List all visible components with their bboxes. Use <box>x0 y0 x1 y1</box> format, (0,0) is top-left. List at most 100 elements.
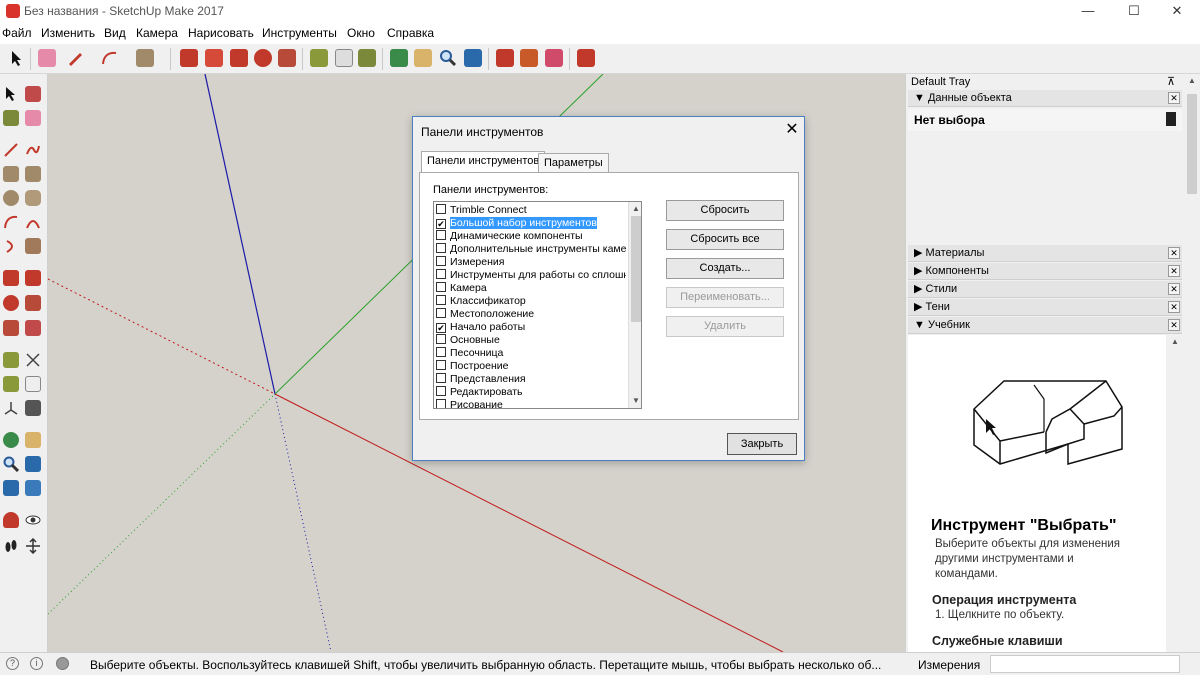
entity-info-section[interactable]: ▼ Данные объекта <box>908 90 1182 107</box>
move-icon[interactable] <box>3 270 19 286</box>
paint-bucket-icon[interactable] <box>358 49 376 67</box>
toolbar-list-item[interactable]: Местоположение <box>436 308 626 321</box>
checkbox-checked-icon[interactable]: ✔ <box>436 219 446 229</box>
rotated-rectangle-icon[interactable] <box>25 166 41 182</box>
scroll-up-icon[interactable]: ▲ <box>1188 76 1196 85</box>
two-point-arc-icon[interactable] <box>25 214 41 230</box>
section-close-icon[interactable]: ✕ <box>1168 283 1180 295</box>
toolbar-list-item[interactable]: Песочница <box>436 347 626 360</box>
checkbox-icon[interactable] <box>436 360 446 370</box>
section-close-icon[interactable]: ✕ <box>1168 92 1180 104</box>
close-window-button[interactable]: ✕ <box>1154 0 1200 22</box>
listbox-scrollbar[interactable]: ▲ ▼ <box>628 202 641 408</box>
axes-icon[interactable] <box>3 400 19 416</box>
rotate-icon[interactable] <box>3 295 19 311</box>
position-camera-icon[interactable] <box>3 512 19 528</box>
dialog-close-icon[interactable]: ✕ <box>781 120 803 140</box>
checkbox-icon[interactable] <box>436 269 446 279</box>
tab-options[interactable]: Параметры <box>538 153 609 173</box>
scroll-down-icon[interactable]: ▼ <box>632 396 640 405</box>
section-plane-icon[interactable] <box>25 537 41 555</box>
measurements-input[interactable] <box>990 655 1180 673</box>
checkbox-icon[interactable] <box>436 308 446 318</box>
menu-view[interactable]: Вид <box>104 26 126 40</box>
extension-warehouse-icon[interactable] <box>520 49 538 67</box>
create-button[interactable]: Создать... <box>666 258 784 279</box>
select-arrow-icon[interactable] <box>8 49 26 67</box>
follow-me-icon[interactable] <box>25 295 41 311</box>
rectangle-icon[interactable] <box>136 49 154 67</box>
entity-details-icon[interactable] <box>1166 112 1176 126</box>
freehand-icon[interactable] <box>25 142 41 158</box>
pin-icon[interactable]: ⊼ <box>1167 75 1175 88</box>
rectangle-icon[interactable] <box>3 166 19 182</box>
menu-file[interactable]: Файл <box>2 26 32 40</box>
previous-view-icon[interactable] <box>25 480 41 496</box>
line-icon[interactable] <box>3 142 19 158</box>
arc-icon[interactable] <box>3 214 19 230</box>
scrollbar-thumb[interactable] <box>1187 94 1197 194</box>
toolbars-listbox[interactable]: Trimble Connect ✔ Большой набор инструмент… <box>433 201 642 409</box>
checkbox-icon[interactable] <box>436 373 446 383</box>
toolbar-list-item[interactable]: Представления <box>436 373 626 386</box>
ruby-console-icon[interactable] <box>577 49 595 67</box>
toolbar-list-item[interactable]: Измерения <box>436 256 626 269</box>
checkbox-icon[interactable] <box>436 282 446 292</box>
section-close-icon[interactable]: ✕ <box>1168 319 1180 331</box>
section-close-icon[interactable]: ✕ <box>1168 247 1180 259</box>
minimize-button[interactable]: — <box>1065 0 1111 22</box>
zoom-icon[interactable] <box>3 456 20 473</box>
menu-camera[interactable]: Камера <box>136 26 178 40</box>
share-model-icon[interactable] <box>545 49 563 67</box>
walk-footprints-icon[interactable] <box>3 538 19 554</box>
dialog-close-button[interactable]: Закрыть <box>727 433 797 455</box>
toolbar-list-item[interactable]: Основные <box>436 334 626 347</box>
scrollbar-thumb[interactable] <box>631 216 641 322</box>
tray-scrollbar[interactable]: ▲ <box>1184 74 1200 652</box>
toolbar-list-item[interactable]: Инструменты для работы со сплошн <box>436 269 626 282</box>
select-arrow-icon[interactable] <box>3 86 19 102</box>
rotate-icon[interactable] <box>254 49 272 67</box>
toolbar-list-item[interactable]: ✔ Начало работы <box>436 321 626 334</box>
credits-icon[interactable]: i <box>30 657 43 670</box>
checkbox-icon[interactable] <box>436 386 446 396</box>
reset-all-button[interactable]: Сбросить все <box>666 229 784 250</box>
materials-section[interactable]: ▶ Материалы <box>908 245 1182 262</box>
styles-section[interactable]: ▶ Стили <box>908 281 1182 298</box>
menu-edit[interactable]: Изменить <box>41 26 95 40</box>
toolbar-list-item[interactable]: Редактировать <box>436 386 626 399</box>
zoom-window-icon[interactable] <box>25 456 41 472</box>
pencil-icon[interactable] <box>66 49 84 67</box>
checkbox-icon[interactable] <box>436 334 446 344</box>
menu-tools[interactable]: Инструменты <box>262 26 337 40</box>
shadows-section[interactable]: ▶ Тени <box>908 299 1182 316</box>
arc-icon[interactable] <box>100 49 118 67</box>
maximize-button[interactable]: ☐ <box>1111 0 1157 22</box>
tape-measure-icon[interactable] <box>3 352 19 368</box>
toolbar-list-item[interactable]: Дополнительные инструменты каме <box>436 243 626 256</box>
make-component-icon[interactable] <box>25 86 41 102</box>
checkbox-icon[interactable] <box>436 204 446 214</box>
user-account-icon[interactable] <box>56 657 69 670</box>
toolbar-list-item[interactable]: Классификатор <box>436 295 626 308</box>
scroll-up-icon[interactable]: ▲ <box>1171 337 1179 346</box>
zoom-icon[interactable] <box>439 49 457 67</box>
section-close-icon[interactable]: ✕ <box>1168 301 1180 313</box>
toolbar-list-item[interactable]: Рисование <box>436 399 626 408</box>
eraser-icon[interactable] <box>38 49 56 67</box>
offset-icon[interactable] <box>25 320 41 336</box>
reset-button[interactable]: Сбросить <box>666 200 784 221</box>
pan-icon[interactable] <box>414 49 432 67</box>
protractor-icon[interactable] <box>3 376 19 392</box>
text-icon[interactable] <box>25 376 41 392</box>
push-pull-icon[interactable] <box>25 270 41 286</box>
section-close-icon[interactable]: ✕ <box>1168 265 1180 277</box>
delete-button[interactable]: Удалить <box>666 316 784 337</box>
checkbox-checked-icon[interactable]: ✔ <box>436 323 446 333</box>
follow-me-icon[interactable] <box>205 49 223 67</box>
checkbox-icon[interactable] <box>436 295 446 305</box>
push-pull-icon[interactable] <box>180 49 198 67</box>
toolbar-list-item[interactable]: Динамические компоненты <box>436 230 626 243</box>
toolbar-list-item[interactable]: ✔ Большой набор инструментов <box>436 217 626 230</box>
scale-icon[interactable] <box>278 49 296 67</box>
